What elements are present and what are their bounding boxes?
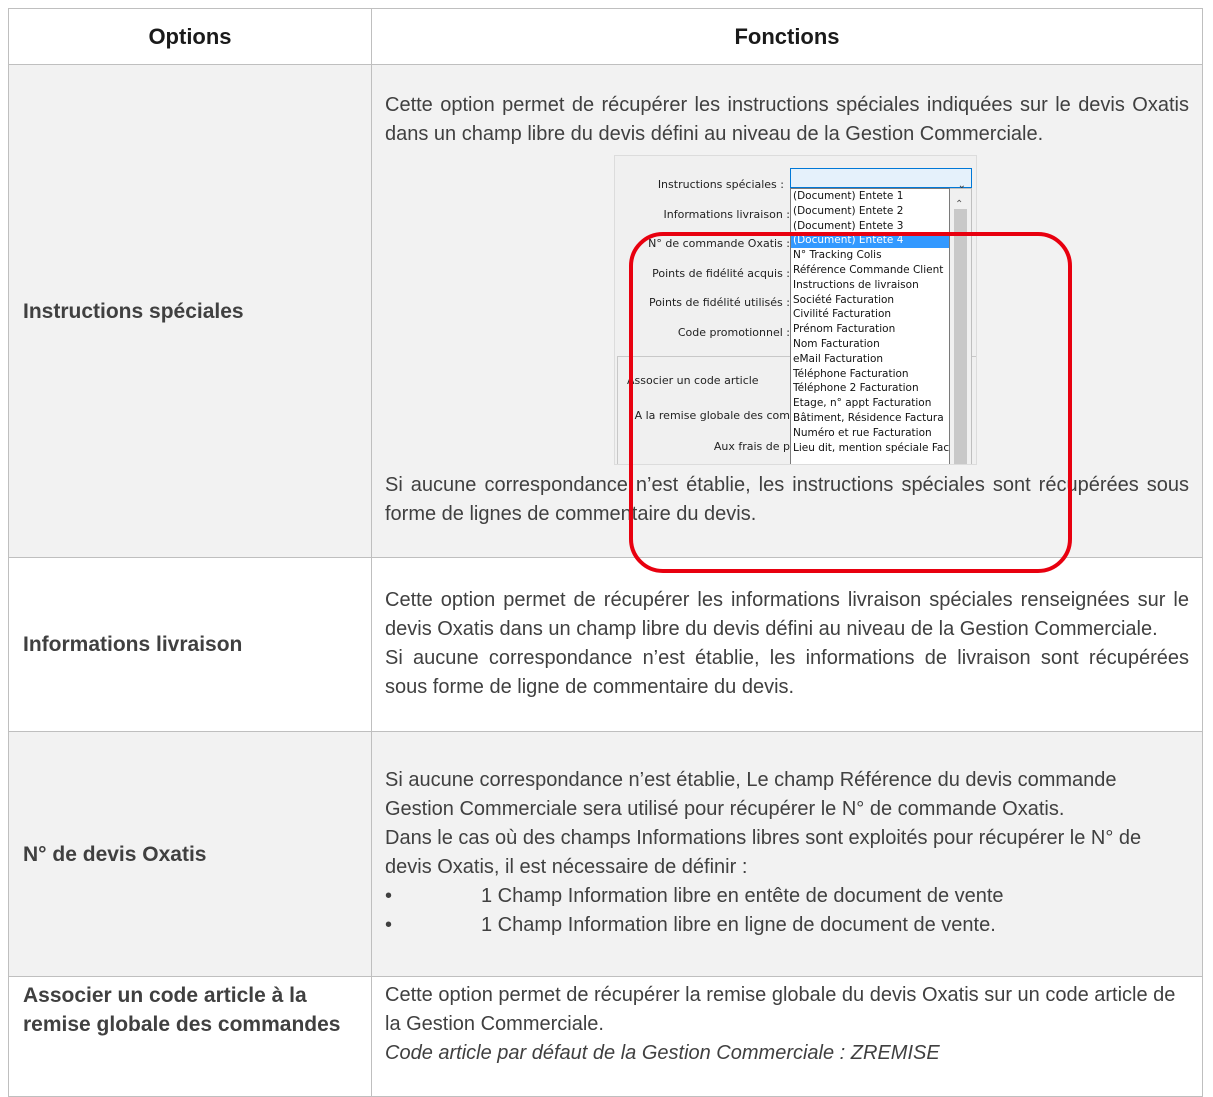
dropdown-option[interactable]: Bâtiment, Résidence Factura <box>791 411 949 426</box>
scrollbar-thumb[interactable] <box>954 209 967 464</box>
label-informations: Informations livraison : <box>663 208 790 221</box>
dropdown-option[interactable]: Lieu dit, mention spéciale Fac <box>791 441 949 456</box>
dropdown-list[interactable]: (Document) Entete 1 (Document) Entete 2 (D… <box>790 188 950 464</box>
label-remise-globale: A la remise globale des com <box>634 409 790 422</box>
function-text: Cette option permet de récupérer les ins… <box>385 94 1189 145</box>
function-text: Cette option permet de récupérer la remi… <box>385 984 1176 1035</box>
dropdown-option[interactable]: eMail Facturation <box>791 352 949 367</box>
settings-dialog-screenshot: Instructions spéciales : ⌄ Informations … <box>614 155 977 465</box>
function-cell: Cette option permet de récupérer la remi… <box>371 976 1203 1097</box>
instructions-combo[interactable]: ⌄ <box>790 168 972 191</box>
label-points-utilises: Points de fidélité utilisés : <box>648 296 790 309</box>
group-title: Associer un code article <box>627 374 759 387</box>
bullet-item: • 1 Champ Information libre en ligne de … <box>385 911 1189 940</box>
function-cell: Cette option permet de récupérer les inf… <box>371 557 1203 732</box>
option-name: Associer un code article à la remise glo… <box>8 976 372 1097</box>
table-row: Associer un code article à la remise glo… <box>8 976 1203 1097</box>
bullet-text: 1 Champ Information libre en entête de d… <box>481 885 1004 907</box>
function-text: Code article par défaut de la Gestion Co… <box>385 1042 940 1064</box>
option-name: Informations livraison <box>8 557 372 732</box>
dropdown-option[interactable]: Civilité Facturation <box>791 307 949 322</box>
function-text: Si aucune correspondance n’est établie, … <box>385 769 1117 820</box>
dropdown-option[interactable]: Référence Commande Client <box>791 263 949 278</box>
options-table: Options Fonctions Instructions spéciales… <box>8 8 1203 1097</box>
function-text: Dans le cas où des champs Informations l… <box>385 827 1142 878</box>
option-name: Instructions spéciales <box>8 64 372 558</box>
bullet-icon: • <box>385 914 393 936</box>
dropdown-option[interactable]: (Document) Entete 2 <box>791 204 949 219</box>
label-points-acquis: Points de fidélité acquis : <box>652 267 790 280</box>
dropdown-option[interactable]: (Document) Entete 1 <box>791 189 949 204</box>
function-cell: Cette option permet de récupérer les ins… <box>371 64 1203 558</box>
bullet-icon: • <box>385 885 393 907</box>
header-row: Options Fonctions <box>8 8 1203 65</box>
dropdown-option[interactable]: Téléphone 2 Facturation <box>791 381 949 396</box>
label-code-promo: Code promotionnel : <box>677 326 790 339</box>
dropdown-option[interactable]: Etage, n° appt Facturation <box>791 396 949 411</box>
dropdown-option[interactable]: (Document) Entete 3 <box>791 219 949 234</box>
table-row: Instructions spéciales Cette option perm… <box>8 64 1203 558</box>
function-text: Cette option permet de récupérer les inf… <box>385 588 1189 640</box>
dropdown-option[interactable]: Prénom Facturation <box>791 322 949 337</box>
header-options: Options <box>8 8 372 65</box>
bullet-text: 1 Champ Information libre en ligne de do… <box>481 914 996 936</box>
table-row: Informations livraison Cette option perm… <box>8 557 1203 732</box>
dropdown-option[interactable]: Instructions de livraison <box>791 278 949 293</box>
dropdown-scrollbar[interactable]: ⌃ <box>950 188 972 464</box>
table-row: N° de devis Oxatis Si aucune corresponda… <box>8 731 1203 977</box>
function-text: Si aucune correspondance n’est établie, … <box>385 646 1189 698</box>
function-text: Si aucune correspondance n’est établie, … <box>385 474 1189 525</box>
dropdown-option[interactable]: Numéro et rue Facturation <box>791 426 949 441</box>
dropdown-option[interactable]: Téléphone Facturation <box>791 367 949 382</box>
bullet-item: • 1 Champ Information libre en entête de… <box>385 882 1189 911</box>
label-frais: Aux frais de p <box>713 440 790 453</box>
dropdown-option[interactable]: (Document) Entete 4 <box>791 233 949 249</box>
header-fonctions: Fonctions <box>371 8 1203 65</box>
embedded-screenshot: Instructions spéciales : ⌄ Informations … <box>385 149 1189 471</box>
label-commande: N° de commande Oxatis : <box>648 237 790 250</box>
dropdown-option[interactable]: Société Facturation <box>791 293 949 308</box>
dropdown-option[interactable]: N° Tracking Colis <box>791 248 949 263</box>
option-name: N° de devis Oxatis <box>8 731 372 977</box>
dropdown-option[interactable]: Nom Facturation <box>791 337 949 352</box>
function-cell: Si aucune correspondance n’est établie, … <box>371 731 1203 977</box>
label-instructions: Instructions spéciales : <box>657 178 784 191</box>
